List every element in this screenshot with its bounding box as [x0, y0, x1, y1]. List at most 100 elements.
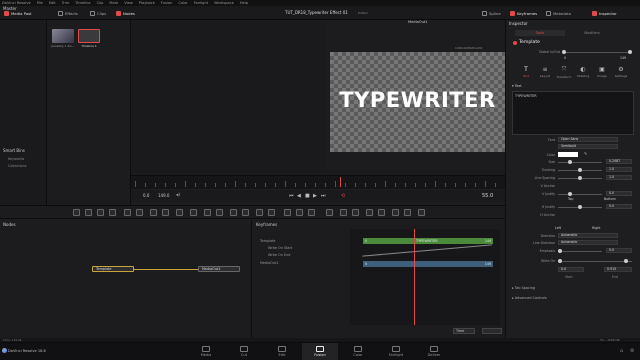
page-media[interactable]: Media: [188, 343, 224, 360]
line-direction-select[interactable]: Automatic: [558, 240, 618, 245]
smart-bins-header[interactable]: Smart Bins: [3, 148, 25, 153]
subtab-shading[interactable]: ◐ Shading: [573, 66, 593, 78]
global-inout-slider[interactable]: [562, 50, 632, 54]
kf-playhead[interactable]: [414, 229, 415, 325]
shape-tool-icon[interactable]: [242, 209, 249, 216]
size-knob[interactable]: [568, 160, 572, 164]
menu-item[interactable]: Trim: [62, 1, 70, 5]
timecode-out[interactable]: 149.0: [158, 193, 169, 198]
page-edit[interactable]: Edit: [264, 343, 300, 360]
h-justify-input[interactable]: 0.0: [606, 204, 632, 209]
nodes-panel[interactable]: [0, 220, 252, 338]
particles-tool-icon[interactable]: [326, 209, 333, 216]
font-select[interactable]: Open Sans: [558, 137, 618, 142]
stereo-tool-icon[interactable]: [404, 209, 411, 216]
warp-tool-icon[interactable]: [392, 209, 399, 216]
page-color[interactable]: Color: [340, 343, 376, 360]
h-anchor-right[interactable]: Right: [592, 226, 600, 230]
timecode-in[interactable]: 0.0: [143, 193, 149, 198]
viewer-left[interactable]: [131, 20, 327, 175]
advanced-controls-section[interactable]: ▸ Advanced Controls: [512, 296, 547, 300]
paint-tool-icon[interactable]: [85, 209, 92, 216]
time-input[interactable]: [482, 328, 502, 334]
color-swatch[interactable]: [558, 152, 578, 157]
tracking-knob[interactable]: [578, 168, 582, 172]
keyframes-button[interactable]: Keyframes: [510, 9, 537, 17]
h-anchor-left[interactable]: Left: [555, 226, 561, 230]
text-tool-icon[interactable]: [97, 209, 104, 216]
font-style-select[interactable]: Semibold: [558, 144, 618, 149]
subtab-settings[interactable]: ⚙ Settings: [611, 66, 631, 78]
spline-button[interactable]: Spline: [482, 9, 501, 17]
shape3d-tool-icon[interactable]: [308, 209, 315, 216]
eyedropper-icon[interactable]: ✎: [584, 151, 587, 156]
template-node[interactable]: Template: [92, 266, 134, 272]
light-tool-icon[interactable]: [256, 209, 263, 216]
tracking-slider[interactable]: [558, 168, 602, 172]
tab-modifiers[interactable]: Modifiers: [567, 30, 617, 36]
page-fusion[interactable]: Fusion: [302, 343, 338, 360]
step-back-icon[interactable]: ◀: [297, 193, 301, 199]
clips-button[interactable]: Clips: [90, 9, 106, 17]
time-ruler[interactable]: [131, 175, 506, 189]
page-fairlight[interactable]: Fairlight: [378, 343, 414, 360]
write-on-start-input[interactable]: 0.0: [558, 267, 584, 272]
vr-tool-icon[interactable]: [418, 209, 425, 216]
menu-item[interactable]: View: [124, 1, 133, 5]
subtab-text[interactable]: T Text: [516, 66, 536, 78]
text-section-header[interactable]: ▾ Text: [512, 84, 522, 88]
write-on-start-knob[interactable]: [558, 259, 562, 263]
emphasis-input[interactable]: 0.0: [606, 248, 632, 253]
v-anchor-bottom[interactable]: Bottom: [604, 197, 616, 201]
menu-item[interactable]: Clip: [97, 1, 104, 5]
subtab-image[interactable]: ▣ Image: [592, 66, 612, 78]
direction-select[interactable]: Automatic: [558, 233, 618, 238]
playhead[interactable]: [340, 177, 341, 187]
merge3d-tool-icon[interactable]: [296, 209, 303, 216]
menu-item[interactable]: Color: [178, 1, 187, 5]
go-to-end-icon[interactable]: ⏭: [321, 193, 326, 199]
menu-item[interactable]: Edit: [49, 1, 56, 5]
mediaout-node[interactable]: MediaOut1: [198, 266, 240, 272]
menu-item[interactable]: Fusion: [161, 1, 173, 5]
kf-bar-template[interactable]: 0 TYPEWRITER 149: [363, 238, 493, 244]
menu-item[interactable]: Fairlight: [194, 1, 208, 5]
page-cut[interactable]: Cut: [226, 343, 262, 360]
menu-item[interactable]: Help: [240, 1, 248, 5]
bspline-tool-icon[interactable]: [190, 209, 197, 216]
kf-row-write-on-start[interactable]: Write On Start: [268, 246, 292, 250]
merge-tool-icon[interactable]: [109, 209, 116, 216]
settings-gear-icon[interactable]: ⚙: [630, 348, 634, 354]
menu-item[interactable]: Timeline: [75, 1, 90, 5]
smart-bin-keywords[interactable]: Keywords: [8, 157, 24, 161]
menu-item[interactable]: File: [37, 1, 43, 5]
master-bin[interactable]: Master: [3, 6, 17, 11]
clip-thumbnail[interactable]: [52, 29, 74, 43]
timecode-current[interactable]: 55.0: [482, 193, 493, 199]
menu-item[interactable]: DaVinci Resolve: [2, 1, 31, 5]
emphasis-knob[interactable]: [558, 249, 562, 253]
subtab-layout[interactable]: ≡ Layout: [535, 66, 555, 78]
home-icon[interactable]: ⌂: [620, 348, 623, 354]
global-in-knob[interactable]: [562, 50, 566, 54]
global-in-value[interactable]: 0: [564, 56, 566, 60]
transform-tool-icon[interactable]: [150, 209, 157, 216]
go-to-start-icon[interactable]: ⏮: [289, 193, 294, 199]
global-out-knob[interactable]: [628, 50, 632, 54]
v-anchor-top[interactable]: Top: [568, 197, 573, 201]
pforce-tool-icon[interactable]: [352, 209, 359, 216]
mask-tool-icon[interactable]: [162, 209, 169, 216]
camera-tool-icon[interactable]: [230, 209, 237, 216]
menu-item[interactable]: Playback: [139, 1, 155, 5]
write-on-range[interactable]: [558, 259, 632, 263]
subtab-transform[interactable]: ⤧ Transform: [554, 66, 574, 79]
background-tool-icon[interactable]: [73, 209, 80, 216]
fx-tool-icon[interactable]: [378, 209, 385, 216]
menu-item[interactable]: Mark: [109, 1, 118, 5]
tab-tools[interactable]: Tools: [515, 30, 565, 36]
line-spacing-slider[interactable]: [558, 176, 602, 180]
v-justify-input[interactable]: 0.0: [606, 191, 632, 196]
kf-row-mediaout[interactable]: MediaOut1: [260, 261, 279, 265]
timeline-thumbnail[interactable]: [78, 29, 100, 43]
write-on-end-input[interactable]: 0.915: [604, 267, 632, 272]
